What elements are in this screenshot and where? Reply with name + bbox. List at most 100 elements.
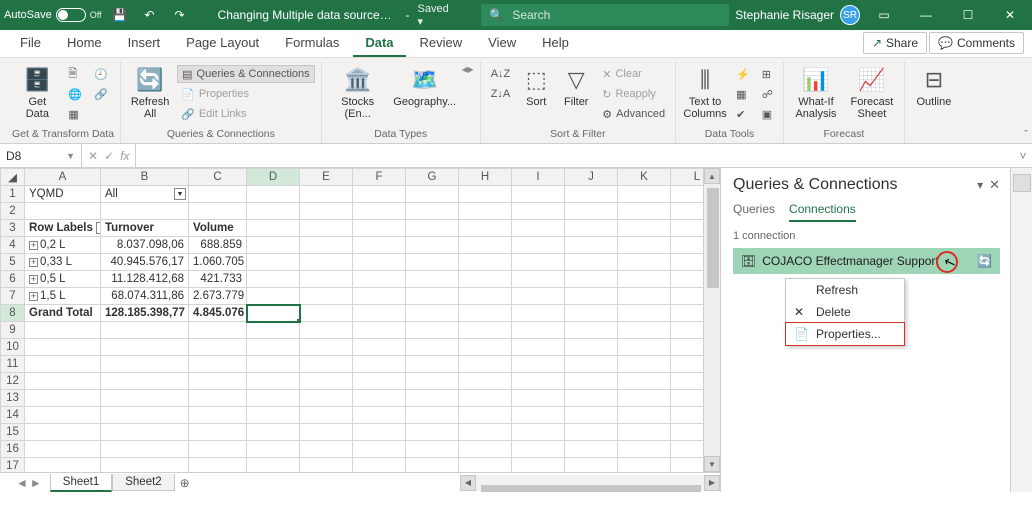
cell[interactable]: [671, 390, 704, 407]
cell[interactable]: [353, 186, 406, 203]
cell[interactable]: [300, 271, 353, 288]
cell[interactable]: [565, 373, 618, 390]
cell[interactable]: [618, 458, 671, 473]
cell[interactable]: [565, 220, 618, 237]
share-button[interactable]: ↗ Share: [863, 32, 927, 54]
expand-formula-icon[interactable]: ˅: [1014, 144, 1032, 167]
cell[interactable]: [459, 424, 512, 441]
fx-icon[interactable]: fx: [120, 149, 129, 163]
table-row[interactable]: 1YQMDAll▼: [1, 186, 704, 203]
reapply-button[interactable]: ↻ Reapply: [598, 85, 669, 103]
cell[interactable]: [189, 356, 247, 373]
search-input[interactable]: 🔍 Search: [481, 4, 729, 26]
cell[interactable]: [512, 441, 565, 458]
col-header[interactable]: J: [565, 169, 618, 186]
scroll-up-icon[interactable]: ▲: [704, 168, 720, 184]
table-row[interactable]: 9: [1, 322, 704, 339]
refresh-connection-icon[interactable]: 🔄: [977, 254, 992, 268]
sort-az-icon[interactable]: A↓Z: [487, 65, 515, 83]
cell[interactable]: [459, 220, 512, 237]
cell[interactable]: [353, 305, 406, 322]
cell[interactable]: [565, 322, 618, 339]
sheet-tab[interactable]: Sheet2: [112, 474, 174, 491]
table-row[interactable]: 14: [1, 407, 704, 424]
ctx-delete[interactable]: ✕ Delete: [786, 301, 904, 323]
cell[interactable]: Volume: [189, 220, 247, 237]
cell[interactable]: [406, 271, 459, 288]
scroll-right-icon[interactable]: ▶: [704, 475, 720, 491]
cell[interactable]: [353, 407, 406, 424]
cell[interactable]: Row Labels▼: [25, 220, 101, 237]
row-header[interactable]: 7: [1, 288, 25, 305]
cell[interactable]: [101, 339, 189, 356]
cell[interactable]: All▼: [101, 186, 189, 203]
add-sheet-button[interactable]: ⊕: [175, 476, 195, 490]
cell[interactable]: [101, 356, 189, 373]
table-row[interactable]: 8Grand Total128.185.398,774.845.076: [1, 305, 704, 322]
col-header[interactable]: A: [25, 169, 101, 186]
cell[interactable]: [406, 339, 459, 356]
cell[interactable]: [618, 373, 671, 390]
cell[interactable]: [406, 288, 459, 305]
table-row[interactable]: 15: [1, 424, 704, 441]
cell[interactable]: [101, 424, 189, 441]
cell[interactable]: [353, 254, 406, 271]
cell[interactable]: [565, 390, 618, 407]
cell[interactable]: [565, 424, 618, 441]
col-header[interactable]: D: [247, 169, 300, 186]
cell[interactable]: 68.074.311,86: [101, 288, 189, 305]
cell[interactable]: [25, 390, 101, 407]
cell[interactable]: [512, 220, 565, 237]
cell[interactable]: +0,5 L: [25, 271, 101, 288]
cell[interactable]: [671, 203, 704, 220]
cell[interactable]: [101, 441, 189, 458]
cell[interactable]: [101, 390, 189, 407]
flash-fill-icon[interactable]: ⚡: [732, 65, 754, 83]
collapsed-pane-icon[interactable]: [1013, 174, 1031, 192]
cell[interactable]: [671, 407, 704, 424]
name-box[interactable]: D8 ▼: [0, 144, 82, 167]
cell[interactable]: [671, 458, 704, 473]
remove-dup-icon[interactable]: ▦: [732, 85, 754, 103]
cell[interactable]: [25, 203, 101, 220]
row-header[interactable]: 2: [1, 203, 25, 220]
cell[interactable]: [671, 441, 704, 458]
scroll-thumb[interactable]: [481, 485, 701, 493]
cell[interactable]: [512, 237, 565, 254]
cell[interactable]: [618, 424, 671, 441]
cell[interactable]: [247, 373, 300, 390]
cell[interactable]: [512, 458, 565, 473]
tab-home[interactable]: Home: [55, 30, 114, 57]
row-header[interactable]: 6: [1, 271, 25, 288]
horizontal-scrollbar[interactable]: ◀ ▶: [460, 475, 720, 491]
cell[interactable]: 688.859: [189, 237, 247, 254]
table-row[interactable]: 12: [1, 373, 704, 390]
row-header[interactable]: 10: [1, 339, 25, 356]
cell[interactable]: [353, 288, 406, 305]
table-row[interactable]: 10: [1, 339, 704, 356]
row-header[interactable]: 4: [1, 237, 25, 254]
sheet-tab[interactable]: Sheet1: [50, 474, 112, 492]
row-header[interactable]: 17: [1, 458, 25, 473]
cell[interactable]: [512, 305, 565, 322]
cell[interactable]: [300, 288, 353, 305]
cell[interactable]: [406, 424, 459, 441]
cell[interactable]: [247, 322, 300, 339]
cell[interactable]: [353, 458, 406, 473]
row-header[interactable]: 3: [1, 220, 25, 237]
cell[interactable]: [618, 322, 671, 339]
cell[interactable]: [406, 407, 459, 424]
save-icon[interactable]: 💾: [108, 2, 132, 28]
cell[interactable]: [459, 186, 512, 203]
table-row[interactable]: 16: [1, 441, 704, 458]
cell[interactable]: [247, 288, 300, 305]
table-row[interactable]: 4+0,2 L8.037.098,06688.859: [1, 237, 704, 254]
cell[interactable]: [300, 356, 353, 373]
scroll-left-icon[interactable]: ◀: [460, 475, 476, 491]
cell[interactable]: [671, 339, 704, 356]
sheet-nav-next-icon[interactable]: ►: [30, 476, 42, 490]
cell[interactable]: [406, 237, 459, 254]
cell[interactable]: [406, 458, 459, 473]
pane-close-icon[interactable]: ✕: [989, 177, 1000, 193]
table-row[interactable]: 5+0,33 L40.945.576,171.060.705: [1, 254, 704, 271]
